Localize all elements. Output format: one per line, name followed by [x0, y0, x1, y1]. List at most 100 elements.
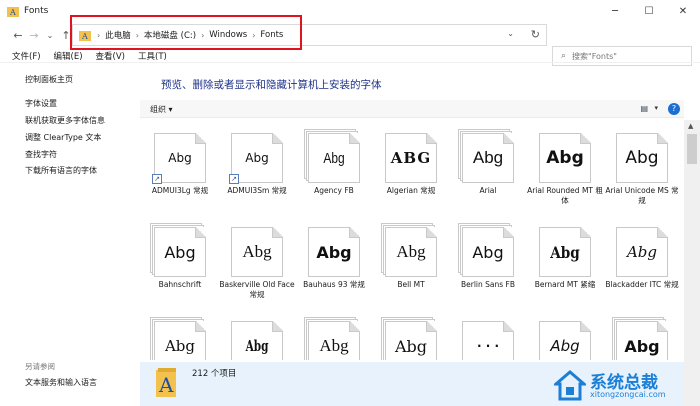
font-tile[interactable]: Abg Arial Unicode MS 常规	[602, 120, 679, 205]
address-dropdown-icon[interactable]: ⌄	[507, 29, 514, 38]
task-pane: 控制面板主页 字体设置 联机获取更多字体信息 调整 ClearType 文本 查…	[0, 64, 140, 406]
refresh-icon[interactable]: ↻	[531, 28, 540, 41]
font-file-icon: Abg	[612, 223, 670, 279]
close-button[interactable]: ✕	[666, 0, 700, 22]
font-name-label: ADMUI3Sm 常规	[227, 186, 287, 195]
font-sample-text: Abg	[245, 337, 269, 355]
font-file-icon: Abg	[150, 223, 208, 279]
font-file-icon: Abg	[304, 317, 362, 360]
main-content: 预览、删除或者显示和隐藏计算机上安装的字体 组织 ▾ ▤ ▾ ? Abg ↗ ADM…	[140, 64, 684, 406]
font-file-icon: Abg	[458, 223, 516, 279]
view-icon[interactable]: ▤	[640, 104, 648, 113]
highlight-annotation	[70, 15, 302, 50]
font-file-icon: ABG	[381, 129, 439, 185]
font-sample-text: Abg	[396, 242, 426, 261]
font-file-icon: Abg	[458, 129, 516, 185]
font-sample-text: · · ·	[476, 339, 500, 353]
font-tile[interactable]: Abg	[140, 308, 210, 360]
view-dropdown-icon[interactable]: ▾	[654, 104, 658, 112]
font-file-icon: Abg	[304, 129, 362, 185]
svg-text:A: A	[158, 373, 174, 397]
see-also-heading: 另请参阅	[25, 362, 55, 371]
download-fonts-link[interactable]: 下载所有语言的字体	[25, 165, 97, 176]
font-settings-link[interactable]: 字体设置	[25, 98, 57, 109]
font-tile[interactable]: Abg Bell MT	[371, 214, 441, 296]
fonts-folder-icon: A	[7, 7, 19, 17]
font-name-label: Arial Rounded MT 粗体	[527, 186, 603, 205]
font-tile[interactable]: Abg	[371, 308, 441, 360]
get-more-fonts-link[interactable]: 联机获取更多字体信息	[25, 115, 105, 126]
font-name-label: Arial	[479, 186, 497, 195]
font-tile[interactable]: Abg	[294, 308, 364, 360]
font-file-icon: Abg	[612, 317, 670, 360]
font-tile[interactable]: Abg Bauhaus 93 常规	[294, 214, 365, 296]
font-name-label: ADMUI3Lg 常规	[151, 186, 209, 195]
font-sample-text: Abg	[242, 242, 272, 261]
font-name-label: Berlin Sans FB	[460, 280, 515, 289]
page-heading: 预览、删除或者显示和隐藏计算机上安装的字体	[161, 79, 382, 91]
house-logo-icon	[554, 370, 586, 401]
font-tile[interactable]: Abg	[602, 308, 672, 360]
scroll-thumb[interactable]	[687, 134, 697, 164]
font-tile[interactable]: Abg ↗ ADMUI3Sm 常规	[217, 120, 287, 202]
font-tile[interactable]: Abg Baskerville Old Face 常规	[217, 214, 295, 299]
font-tile[interactable]: Abg Blackadder ITC 常规	[602, 214, 679, 296]
menu-tools[interactable]: 工具(T)	[138, 50, 167, 62]
font-file-icon: Abg	[381, 317, 439, 360]
forward-button[interactable]: →	[26, 25, 42, 45]
recent-locations-button[interactable]: ⌄	[42, 25, 58, 45]
window-controls: ─ ☐ ✕	[598, 0, 700, 22]
font-tile[interactable]: Abg Arial Rounded MT 粗体	[525, 120, 603, 205]
font-file-icon: Abg ↗	[227, 129, 285, 185]
font-tile[interactable]: Abg	[525, 308, 595, 360]
cleartype-link[interactable]: 调整 ClearType 文本	[25, 132, 101, 143]
font-file-icon: Abg	[381, 223, 439, 279]
minimize-button[interactable]: ─	[598, 0, 632, 22]
font-sample-text: Abg	[625, 148, 659, 168]
window-title: Fonts	[24, 6, 49, 16]
scroll-up-icon[interactable]: ▲	[688, 122, 693, 130]
vertical-scrollbar[interactable]: ▲	[684, 120, 700, 406]
maximize-button[interactable]: ☐	[632, 0, 666, 22]
font-sample-text: Abg	[546, 148, 584, 168]
font-tile[interactable]: · · ·	[448, 308, 518, 360]
font-tile[interactable]: Abg Berlin Sans FB	[448, 214, 518, 296]
font-name-label: Bernard MT 紧缩	[534, 280, 596, 289]
command-bar: 组织 ▾ ▤ ▾ ?	[140, 100, 684, 118]
font-file-icon: Abg	[227, 317, 285, 360]
menu-file[interactable]: 文件(F)	[12, 50, 41, 62]
font-name-label: Baskerville Old Face 常规	[219, 280, 295, 299]
font-tile[interactable]: Abg Bahnschrift	[140, 214, 210, 296]
font-file-icon: Abg	[304, 223, 362, 279]
font-tile[interactable]: Abg ↗ ADMUI3Lg 常规	[140, 120, 210, 202]
font-name-label: Agency FB	[314, 186, 354, 195]
font-tile[interactable]: Abg	[217, 308, 287, 360]
help-icon[interactable]: ?	[668, 103, 680, 115]
font-sample-text: Abg	[319, 336, 349, 355]
font-sample-text: Abg	[164, 337, 196, 355]
control-panel-home-link[interactable]: 控制面板主页	[25, 74, 73, 85]
font-file-icon: Abg	[227, 223, 285, 279]
font-name-label: Bell MT	[397, 280, 425, 289]
font-grid: Abg ↗ ADMUI3Lg 常规 Abg ↗ ADMUI3Sm 常规 Abg Agency …	[140, 120, 684, 360]
font-file-icon: Abg	[150, 317, 208, 360]
back-button[interactable]: ←	[10, 25, 26, 45]
svg-text:A: A	[9, 8, 16, 17]
font-file-icon: Abg	[535, 129, 593, 185]
shortcut-arrow-icon: ↗	[152, 174, 162, 184]
menu-edit[interactable]: 编辑(E)	[54, 50, 83, 62]
find-character-link[interactable]: 查找字符	[25, 149, 57, 160]
font-tile[interactable]: Abg Agency FB	[294, 120, 364, 202]
font-tile[interactable]: Abg Arial	[448, 120, 518, 202]
menu-view[interactable]: 查看(V)	[96, 50, 125, 62]
font-name-label: Algerian 常规	[386, 186, 436, 195]
font-sample-text: Abg	[472, 242, 504, 262]
font-name-label: Bauhaus 93 常规	[303, 280, 365, 289]
font-tile[interactable]: ABG Algerian 常规	[371, 120, 441, 202]
shortcut-arrow-icon: ↗	[229, 174, 239, 184]
font-tile[interactable]: Abg Bernard MT 紧缩	[525, 214, 595, 296]
organize-button[interactable]: 组织 ▾	[150, 104, 173, 115]
menu-bar: 文件(F) 编辑(E) 查看(V) 工具(T)	[0, 49, 700, 63]
text-services-link[interactable]: 文本服务和输入语言	[25, 377, 97, 388]
font-sample-text: Abg	[472, 148, 504, 167]
